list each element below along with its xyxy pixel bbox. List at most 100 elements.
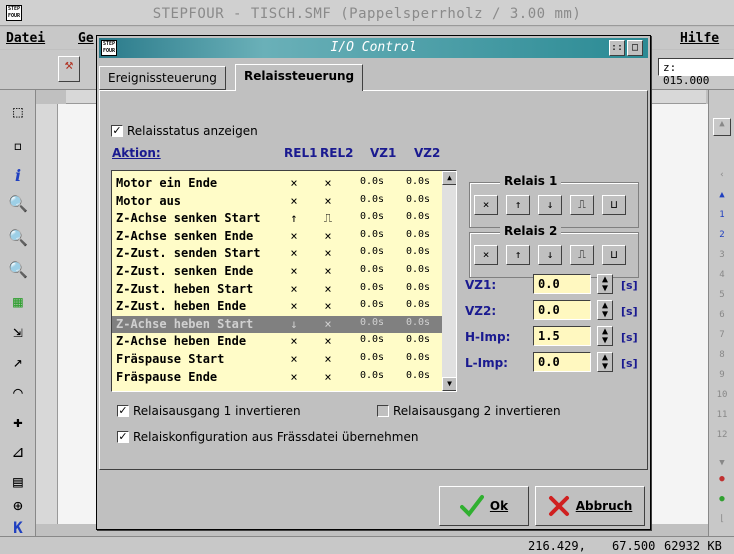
vz1-spinner[interactable]: ▲ ▼ bbox=[597, 274, 613, 294]
zoom-in-icon[interactable]: 🔍 bbox=[4, 224, 32, 250]
cancel-button[interactable]: Abbruch bbox=[535, 486, 645, 526]
list-cell-vz2: 0.0s bbox=[406, 281, 431, 293]
list-cell-rel1: × bbox=[290, 264, 298, 278]
zoom-icon[interactable]: 🔍 bbox=[4, 190, 32, 216]
list-scroll-up-icon[interactable]: ▲ bbox=[442, 171, 456, 185]
layer-strip-9[interactable]: 7 bbox=[713, 330, 731, 348]
show-status-checkbox[interactable]: ✓ bbox=[111, 125, 123, 137]
list-scrollbar[interactable]: ▲ ▼ bbox=[442, 171, 456, 391]
relais1-pulse-low-button[interactable]: ⊔ bbox=[602, 195, 626, 215]
tab-ereignissteuerung[interactable]: Ereignissteuerung bbox=[99, 66, 226, 90]
vz1-label: VZ1: bbox=[465, 278, 497, 292]
relais2-off-button[interactable]: × bbox=[474, 245, 498, 265]
limp-unit: [s] bbox=[621, 357, 638, 370]
list-item[interactable]: Z-Zust. senden Start × × 0.0s 0.0s bbox=[112, 245, 442, 262]
app-titlebar: STEP FOUR STEPFOUR - TISCH.SMF (Pappelspe… bbox=[0, 0, 734, 26]
list-cell-vz1: 0.0s bbox=[360, 281, 385, 293]
list-item[interactable]: Z-Achse senken Ende × × 0.0s 0.0s bbox=[112, 228, 442, 245]
info-icon[interactable]: i bbox=[4, 162, 32, 188]
path-icon[interactable]: ↗ bbox=[4, 348, 32, 374]
relais1-label: Relais 1 bbox=[500, 174, 562, 188]
vz2-input[interactable]: 0.0 bbox=[533, 300, 591, 320]
zoom-out-icon[interactable]: 🔍 bbox=[4, 256, 32, 282]
point-icon[interactable]: ▫ bbox=[4, 132, 32, 158]
menu-hilfe[interactable]: Hilfe bbox=[680, 31, 719, 46]
layer-strip-10[interactable]: 8 bbox=[713, 350, 731, 368]
vz2-label: VZ2: bbox=[465, 304, 497, 318]
list-item[interactable]: Fräspause Ende × × 0.0s 0.0s bbox=[112, 369, 442, 386]
list-item[interactable]: Z-Achse senken Start ↑ ⎍ 0.0s 0.0s bbox=[112, 210, 442, 227]
invert1-checkbox[interactable]: ✓ bbox=[117, 405, 129, 417]
layer-strip-8[interactable]: 6 bbox=[713, 310, 731, 328]
list-item[interactable]: Motor ein Ende × × 0.0s 0.0s bbox=[112, 175, 442, 192]
col-rel2: REL2 bbox=[320, 146, 354, 160]
color-green-icon[interactable]: ● bbox=[713, 494, 731, 512]
relais1-off-button[interactable]: × bbox=[474, 195, 498, 215]
layer-strip-1[interactable]: ‹ bbox=[713, 170, 731, 188]
invert2-checkbox[interactable] bbox=[377, 405, 389, 417]
list-item[interactable]: Fräspause Start × × 0.0s 0.0s bbox=[112, 351, 442, 368]
relais1-down-button[interactable]: ↓ bbox=[538, 195, 562, 215]
measure-icon[interactable]: ⊿ bbox=[4, 438, 32, 464]
color-red-icon[interactable]: ● bbox=[713, 474, 731, 492]
himp-spinner[interactable]: ▲ ▼ bbox=[597, 326, 613, 346]
himp-input[interactable]: 1.5 bbox=[533, 326, 591, 346]
list-item[interactable]: Z-Achse heben Ende × × 0.0s 0.0s bbox=[112, 333, 442, 350]
limp-spinner[interactable]: ▲ ▼ bbox=[597, 352, 613, 372]
list-cell-rel1: × bbox=[290, 281, 298, 296]
relais1-up-button[interactable]: ↑ bbox=[506, 195, 530, 215]
restore-button[interactable]: :: bbox=[609, 40, 625, 56]
event-list[interactable]: Motor ein Ende × × 0.0s 0.0s Motor aus × × 0.0s 0… bbox=[111, 170, 457, 392]
menu-datei[interactable]: Datei bbox=[6, 31, 45, 46]
tool-hammer-button[interactable]: ⚒ bbox=[58, 56, 80, 82]
list-item[interactable]: Z-Zust. senken Ende × × 0.0s 0.0s bbox=[112, 263, 442, 280]
list-cell-name: Z-Zust. senden Start bbox=[116, 246, 261, 261]
vz2-unit: [s] bbox=[621, 305, 638, 318]
maximize-button[interactable]: □ bbox=[627, 40, 643, 56]
ok-button[interactable]: Ok bbox=[439, 486, 529, 526]
tab-relaissteuerung[interactable]: Relaissteuerung bbox=[235, 64, 364, 91]
curve-icon[interactable]: ⌒ bbox=[4, 378, 32, 404]
relais2-pulse-low-button[interactable]: ⊔ bbox=[602, 245, 626, 265]
app-title: STEPFOUR - TISCH.SMF (Pappelsperrholz / … bbox=[152, 6, 582, 22]
relais2-label: Relais 2 bbox=[500, 224, 562, 238]
cross-icon[interactable]: ✚ bbox=[4, 408, 32, 434]
layer-icon[interactable]: ▦ bbox=[4, 288, 32, 314]
invert2-row[interactable]: Relaisausgang 2 invertieren bbox=[377, 404, 561, 418]
layer-strip-5[interactable]: 3 bbox=[713, 250, 731, 268]
relais2-up-button[interactable]: ↑ bbox=[506, 245, 530, 265]
step-icon[interactable]: ⇲ bbox=[4, 318, 32, 344]
layer-strip-13[interactable]: 11 bbox=[713, 410, 731, 428]
vz2-spinner[interactable]: ▲ ▼ bbox=[597, 300, 613, 320]
list-item[interactable]: Z-Achse heben Start ↓ × 0.0s 0.0s bbox=[112, 315, 442, 333]
list-cell-name: Z-Achse senken Ende bbox=[116, 228, 254, 243]
relais1-pulse-high-button[interactable]: ⎍ bbox=[570, 195, 594, 215]
show-status-checkbox-row[interactable]: ✓ Relaisstatus anzeigen bbox=[111, 124, 258, 138]
list-item[interactable]: Motor aus × × 0.0s 0.0s bbox=[112, 193, 442, 210]
config-row[interactable]: ✓ Relaiskonfiguration aus Frässdatei übe… bbox=[117, 430, 418, 444]
layer-strip-12[interactable]: 10 bbox=[713, 390, 731, 408]
layer-strip-4[interactable]: 2 bbox=[713, 230, 731, 248]
list-item[interactable]: Z-Zust. heben Start × × 0.0s 0.0s bbox=[112, 281, 442, 298]
select-rect-icon[interactable]: ⬚ bbox=[4, 98, 32, 124]
list-cell-rel2: × bbox=[324, 299, 332, 314]
limp-input[interactable]: 0.0 bbox=[533, 352, 591, 372]
config-checkbox[interactable]: ✓ bbox=[117, 431, 129, 443]
invert1-row[interactable]: ✓ Relaisausgang 1 invertieren bbox=[117, 404, 301, 418]
layer-strip-2[interactable]: ▲ bbox=[713, 190, 731, 208]
dialog-titlebar[interactable]: STEP FOUR I/O Control :: □ bbox=[99, 38, 648, 58]
layer-strip-14[interactable]: 12 bbox=[713, 430, 731, 448]
corner-icon[interactable]: ⌊ bbox=[713, 514, 731, 532]
vz1-input[interactable]: 0.0 bbox=[533, 274, 591, 294]
list-scroll-down-icon[interactable]: ▼ bbox=[442, 377, 456, 391]
relais2-pulse-high-button[interactable]: ⎍ bbox=[570, 245, 594, 265]
scroll-up-icon[interactable]: ▲ bbox=[713, 118, 731, 136]
grid-icon[interactable]: ▤ bbox=[4, 468, 32, 494]
layer-strip-6[interactable]: 4 bbox=[713, 270, 731, 288]
layer-strip-7[interactable]: 5 bbox=[713, 290, 731, 308]
layer-strip-3[interactable]: 1 bbox=[713, 210, 731, 228]
menu-ge[interactable]: Ge bbox=[78, 31, 94, 46]
relais2-down-button[interactable]: ↓ bbox=[538, 245, 562, 265]
list-item[interactable]: Z-Zust. heben Ende × × 0.0s 0.0s bbox=[112, 298, 442, 315]
layer-strip-11[interactable]: 9 bbox=[713, 370, 731, 388]
